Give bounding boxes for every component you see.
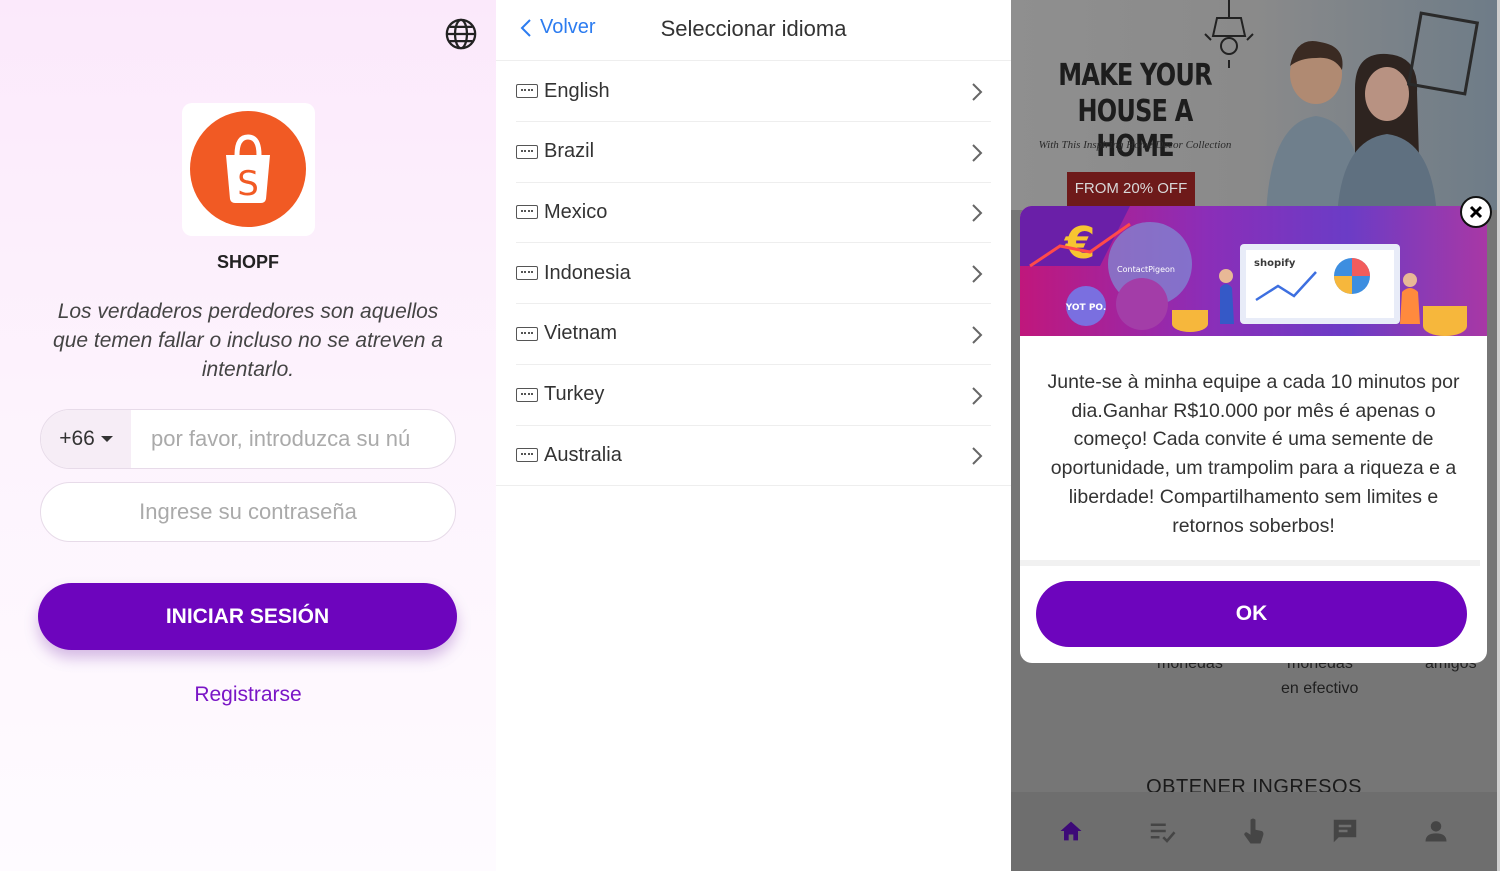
login-screen: S SHOPF Los verdaderos perdedores son aq… [0, 0, 496, 871]
country-code-value: +66 [59, 427, 95, 450]
tab-chat[interactable] [1328, 814, 1362, 848]
bottom-tab-bar [1011, 792, 1497, 871]
country-code-select[interactable]: +66 [41, 410, 131, 468]
back-button[interactable]: Volver [520, 16, 596, 39]
divider [1020, 560, 1480, 566]
back-label: Volver [540, 16, 596, 38]
keyboard-icon [516, 266, 538, 281]
language-label: Mexico [544, 200, 608, 223]
language-label: Australia [544, 443, 622, 466]
banner-headline-2: HOUSE A HOME [1077, 94, 1194, 164]
chevron-right-icon [972, 83, 983, 101]
language-label: English [544, 79, 610, 102]
language-option[interactable]: Indonesia [516, 243, 991, 305]
app-logo: S [182, 103, 315, 236]
app-screen: MAKE YOUR HOUSE A HOME With This Inspiri… [1011, 0, 1497, 871]
banner-logo: YOT PO. [1065, 303, 1107, 313]
svg-text:€: € [1064, 218, 1096, 269]
chevron-right-icon [972, 143, 983, 162]
brand-name: SHOPF [216, 252, 279, 272]
shopping-bag-icon: S [190, 111, 306, 227]
keyboard-icon [516, 84, 538, 98]
tab-tasks[interactable] [1145, 814, 1179, 848]
tab-tap[interactable] [1236, 814, 1270, 848]
chevron-right-icon [972, 265, 983, 283]
chat-icon [1333, 819, 1357, 843]
language-option[interactable]: English [516, 61, 991, 122]
language-label: Turkey [544, 383, 605, 405]
login-button[interactable]: INICIAR SESIÓN [38, 583, 457, 650]
password-input[interactable] [41, 483, 455, 541]
tap-icon [1244, 818, 1264, 844]
banner-subline: With This Inspiring Home Decor Collectio… [1038, 139, 1232, 151]
keyboard-icon [516, 144, 538, 159]
close-icon [1469, 205, 1483, 219]
chevron-right-icon [972, 447, 983, 465]
task-list-icon [1150, 823, 1176, 843]
modal-close-button[interactable] [1460, 196, 1492, 228]
tab-home[interactable] [1054, 814, 1088, 848]
invite-message: Junte-se à minha equipe a cada 10 minuto… [1047, 371, 1460, 537]
language-option[interactable]: Australia [496, 425, 1011, 487]
language-label: Indonesia [544, 261, 631, 284]
banner-label: ContactPigeon [1117, 265, 1175, 274]
language-option[interactable]: Brazil [516, 122, 991, 183]
banner-tag: FROM 20% OFF [1067, 172, 1195, 206]
modal-banner-illustration: € ContactPigeon YOT PO. shopify [1020, 206, 1487, 336]
language-screen: Seleccionar idioma Volver English Brazil M… [496, 0, 1011, 871]
language-option[interactable]: Mexico [516, 182, 991, 244]
chevron-right-icon [972, 204, 983, 223]
invite-modal: € ContactPigeon YOT PO. shopify Junte-se… [1020, 206, 1487, 663]
background-label: en efectivo [1281, 680, 1359, 697]
password-field [40, 482, 456, 542]
keyboard-icon [516, 326, 538, 341]
picture-frame-illustration [1406, 11, 1480, 96]
chevron-left-icon [520, 18, 531, 37]
motivational-quote: Los verdaderos perdedores son aquellos q… [53, 300, 443, 381]
language-header: Seleccionar idioma Volver [496, 0, 1011, 61]
chevron-right-icon [972, 386, 983, 405]
language-label: Vietnam [544, 322, 618, 345]
keyboard-icon [516, 448, 538, 463]
person-icon [1425, 821, 1447, 842]
keyboard-icon [516, 205, 538, 220]
language-option[interactable]: Turkey [516, 365, 991, 426]
home-icon [1060, 821, 1082, 841]
language-option[interactable]: Vietnam [516, 304, 991, 365]
globe-icon[interactable] [444, 17, 478, 51]
language-label: Brazil [544, 140, 595, 163]
marketing-illustration: € ContactPigeon YOT PO. shopify [1020, 206, 1467, 336]
caret-down-icon [100, 436, 113, 442]
promo-banner[interactable]: MAKE YOUR HOUSE A HOME With This Inspiri… [1011, 0, 1497, 210]
chevron-right-icon [972, 326, 983, 344]
phone-field: +66 [40, 409, 456, 469]
banner-headline-1: MAKE YOUR [1058, 58, 1212, 93]
keyboard-icon [516, 387, 538, 402]
tab-profile[interactable] [1419, 814, 1453, 848]
logo-letter: S [237, 164, 259, 204]
ok-button[interactable]: OK [1036, 581, 1467, 647]
shopify-badge: shopify [1254, 258, 1296, 269]
phone-input[interactable] [151, 410, 451, 468]
register-link[interactable]: Registrarse [0, 683, 496, 707]
